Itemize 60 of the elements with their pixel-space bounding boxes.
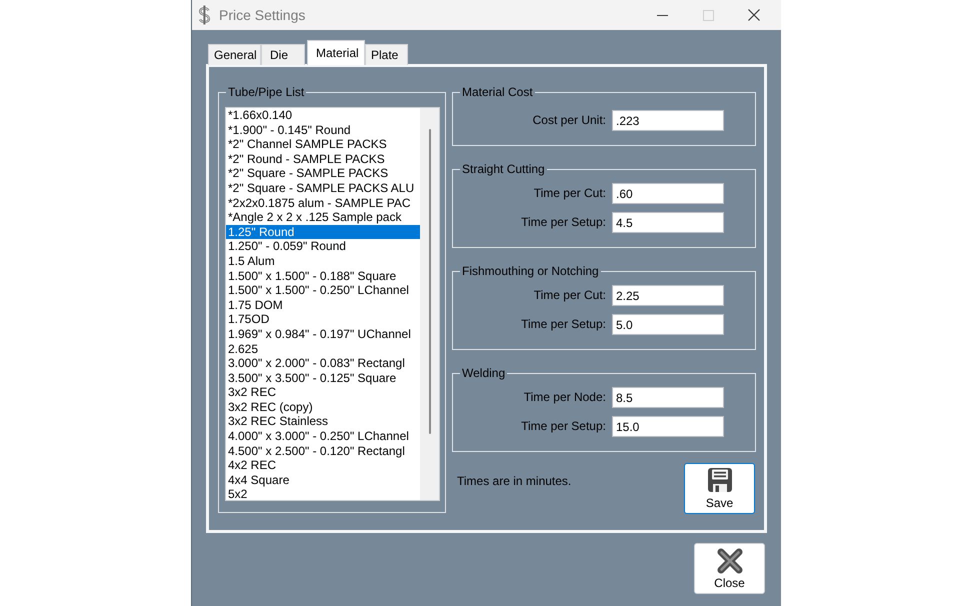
list-item[interactable]: 4.500" x 2.500" - 0.120" Rectangl (226, 444, 420, 458)
list-item[interactable]: *2" Square - SAMPLE PACKS (226, 166, 420, 181)
list-item[interactable]: *1.66x0.140 (226, 108, 420, 123)
field-label: Time per Setup: (520, 215, 606, 230)
window-title: Price Settings (219, 6, 306, 24)
note-text: Times are in minutes. (457, 474, 572, 488)
tab[interactable]: Die (261, 44, 305, 65)
group-title: Tube/Pipe List (227, 85, 306, 99)
field-label: Time per Cut: (532, 186, 606, 201)
group-title: Fishmouthing or Notching (461, 264, 600, 278)
tab[interactable]: General (208, 44, 261, 65)
tab[interactable]: Plate (365, 44, 408, 65)
field-label: Time per Node: (522, 390, 606, 405)
list-item[interactable]: *Angle 2 x 2 x .125 Sample pack (226, 210, 420, 225)
list-item[interactable]: 3x2 REC (copy) (226, 400, 420, 414)
list-item[interactable]: 4.000" x 3.000" - 0.250" LChannel (226, 429, 420, 444)
field-label: Cost per Unit: (532, 113, 606, 128)
text-field[interactable]: .223 (612, 110, 724, 131)
text-field[interactable]: 15.0 (612, 416, 724, 437)
list-item[interactable]: 3.000" x 2.000" - 0.083" Rectangl (226, 356, 420, 371)
list-item[interactable]: 1.500" x 1.500" - 0.250" LChannel (226, 283, 420, 298)
list-item[interactable]: 4x2 REC (226, 458, 420, 473)
list-item[interactable]: 3x2 REC (226, 385, 420, 400)
x-icon (716, 547, 744, 575)
list-item[interactable]: *2" Channel SAMPLE PACKS (226, 137, 420, 152)
list-item[interactable]: *2" Square - SAMPLE PACKS ALU (226, 180, 420, 196)
list-item[interactable]: 5x2 (226, 487, 420, 502)
text-field[interactable]: .60 (612, 183, 724, 204)
scrollbar-track[interactable] (420, 108, 439, 500)
list-item[interactable]: 4x4 Square (226, 472, 420, 488)
dollar-icon (197, 5, 212, 25)
group-title: Welding (461, 366, 506, 380)
text-field[interactable]: 2.25 (612, 285, 724, 306)
list-item[interactable]: *2" Round - SAMPLE PACKS (226, 152, 420, 166)
list-item[interactable]: 1.250" - 0.059" Round (226, 239, 420, 254)
text-field[interactable]: 4.5 (612, 212, 724, 233)
text-field[interactable]: 5.0 (612, 314, 724, 335)
text-field[interactable]: 8.5 (612, 387, 724, 408)
field-label: Time per Setup: (520, 419, 606, 434)
maximize-icon (702, 10, 714, 20)
close-button[interactable]: Close (694, 543, 765, 594)
list-item[interactable]: *2x2x0.1875 alum - SAMPLE PAC (226, 196, 420, 210)
field-label: Time per Setup: (520, 317, 606, 332)
list-item[interactable]: 1.25" Round (226, 224, 420, 240)
list-item[interactable]: 2.625 (226, 342, 420, 356)
field-label: Time per Cut: (532, 288, 606, 303)
list-item[interactable]: 1.75OD (226, 312, 420, 327)
close-icon (748, 9, 760, 21)
list-item[interactable]: 3x2 REC Stainless (226, 414, 420, 430)
group-title: Straight Cutting (461, 162, 546, 176)
list-item[interactable]: *1.900" - 0.145" Round (226, 122, 420, 138)
list-item[interactable]: 3.500" x 3.500" - 0.125" Square (226, 370, 420, 386)
tab[interactable]: Material (307, 40, 365, 65)
list-item[interactable]: 1.5 Alum (226, 254, 420, 269)
list-item[interactable]: 1.969" x 0.984" - 0.197" UChannel (226, 326, 420, 342)
list-item[interactable]: 1.75 DOM (226, 298, 420, 312)
list-item[interactable]: 1.500" x 1.500" - 0.188" Square (226, 268, 420, 284)
group-title: Material Cost (461, 85, 534, 99)
save-button[interactable]: Save (684, 463, 755, 514)
scrollbar-thumb[interactable] (428, 129, 430, 434)
